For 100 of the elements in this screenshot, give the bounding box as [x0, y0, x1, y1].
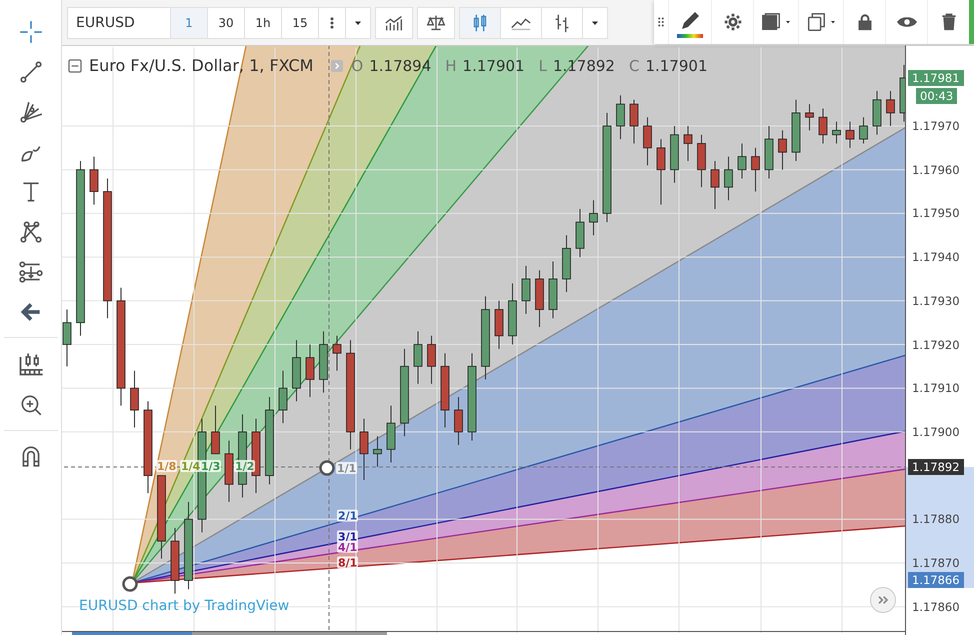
candlestick — [360, 418, 368, 480]
fan-label: 1/4 — [181, 460, 200, 473]
candlestick — [589, 200, 598, 236]
candlestick — [630, 99, 638, 144]
last-price-label: 1.17981 — [908, 70, 964, 86]
caret-icon — [784, 18, 792, 26]
fan-label: 1/8 — [157, 460, 176, 473]
candlestick — [670, 126, 679, 184]
candlestick — [805, 104, 814, 131]
chart-type-button[interactable] — [541, 6, 583, 38]
price-tick: 1.17970 — [912, 119, 960, 133]
candlestick — [697, 134, 706, 188]
price-tick: 1.17880 — [912, 512, 960, 526]
fan-label: 4/1 — [338, 540, 358, 554]
visibility-button[interactable] — [885, 0, 927, 44]
fan-icon[interactable] — [18, 99, 44, 125]
candlestick — [548, 260, 558, 319]
fill-square-icon — [760, 11, 782, 33]
candlestick — [832, 121, 841, 144]
interval-button[interactable]: 15 — [281, 6, 319, 38]
candlestick — [508, 282, 517, 345]
candlestick — [292, 340, 301, 402]
scroll-to-latest-button[interactable] — [870, 587, 896, 613]
candlestick — [535, 270, 544, 328]
lock-button[interactable] — [843, 0, 885, 44]
ohlc-label: H — [445, 56, 457, 74]
line-color-button[interactable] — [668, 0, 711, 44]
caret-icon — [829, 18, 837, 26]
candlestick — [494, 300, 504, 350]
candlestick — [710, 160, 720, 210]
candlestick — [778, 130, 787, 170]
gann-fan[interactable] — [131, 46, 906, 584]
fan-label: 1/3 — [201, 460, 220, 473]
compare-button[interactable] — [417, 6, 455, 38]
fan-label: 2/1 — [338, 510, 358, 523]
chart-branding: EURUSD chart by TradingView — [79, 598, 290, 614]
more-button[interactable] — [318, 6, 346, 38]
candlestick — [427, 335, 436, 384]
candlestick — [724, 156, 733, 201]
candlestick — [656, 138, 666, 206]
indicators-button[interactable] — [375, 6, 413, 38]
candlestick — [373, 436, 382, 468]
measure-icon[interactable] — [18, 259, 44, 285]
fan-label: 8/1 — [338, 556, 358, 570]
ohlc-label: L — [538, 56, 547, 74]
candlestick — [562, 234, 571, 293]
fan-label: 1/1 — [337, 462, 356, 475]
interval-button[interactable]: 1h — [244, 6, 282, 38]
copy-button[interactable] — [798, 0, 843, 44]
candlestick — [818, 108, 828, 144]
ohlc-label: C — [628, 56, 640, 74]
candlestick — [278, 370, 288, 424]
candlestick — [616, 94, 625, 140]
fan-label: 1/2 — [235, 460, 254, 473]
candlestick — [522, 265, 530, 314]
pattern-icon[interactable] — [18, 219, 44, 245]
candlestick — [900, 64, 905, 122]
fan-label: 3/1 — [338, 530, 358, 544]
chart-type-button[interactable] — [459, 6, 501, 38]
ohlc-value: 1.17901 — [645, 56, 708, 74]
candlestick — [872, 90, 882, 136]
candlestick — [454, 396, 463, 446]
copy-icon — [805, 11, 827, 33]
candlestick — [751, 147, 760, 192]
price-tick: 1.17860 — [912, 600, 960, 614]
candlestick — [224, 440, 234, 502]
crosshair-price-label: 1.17892 — [908, 458, 964, 475]
candlestick — [62, 309, 72, 367]
candlestick — [859, 116, 868, 144]
candlestick — [90, 156, 98, 206]
candlestick — [414, 330, 422, 384]
interval-button[interactable]: 30 — [207, 6, 245, 38]
fill-button[interactable] — [753, 0, 798, 44]
price-tick: 1.17910 — [912, 381, 960, 396]
candlestick — [576, 208, 584, 258]
settings-button[interactable] — [711, 0, 753, 44]
candlestick — [319, 330, 328, 394]
anchor-handle[interactable] — [122, 576, 138, 592]
candlestick — [306, 344, 314, 398]
candlestick — [130, 370, 139, 428]
candlestick — [846, 121, 854, 148]
crosshair-icon[interactable] — [18, 19, 44, 45]
symbol-field[interactable]: EURUSD — [67, 6, 171, 38]
chart-type-button[interactable] — [500, 6, 542, 38]
candlestick — [886, 90, 895, 126]
candlestick — [684, 126, 692, 162]
price-tick: 1.17870 — [912, 556, 960, 570]
anchor-handle[interactable] — [319, 460, 335, 476]
price-tick: 1.17960 — [912, 162, 960, 177]
price-tick: 1.17900 — [912, 424, 960, 439]
candlestick — [738, 142, 746, 179]
price-tick: 1.17940 — [912, 250, 960, 264]
countdown-label: 00:43 — [916, 88, 958, 104]
trend-line-icon[interactable] — [18, 59, 44, 85]
candlestick — [332, 335, 342, 372]
price-tick: 1.17930 — [912, 294, 960, 308]
candlestick — [170, 528, 180, 594]
collapse-icon[interactable] — [67, 58, 83, 74]
ohlc-value: 1.17901 — [462, 56, 525, 74]
delete-button[interactable] — [927, 0, 969, 44]
